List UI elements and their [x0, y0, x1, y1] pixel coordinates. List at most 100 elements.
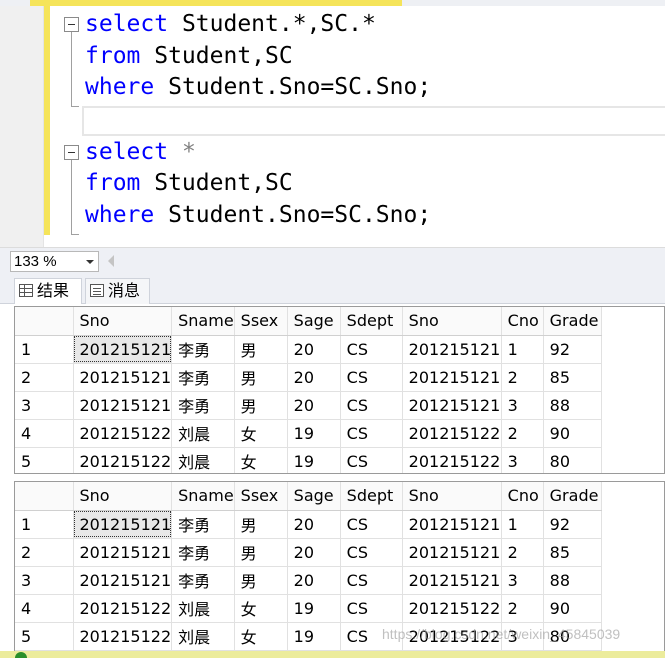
row-number[interactable]: 4 [15, 594, 74, 623]
table-cell[interactable]: 201215121 [73, 538, 173, 567]
table-cell[interactable]: 201215121 [73, 335, 173, 364]
table-cell[interactable]: 3 [501, 391, 544, 420]
table-cell[interactable]: 201215121 [73, 566, 173, 595]
sql-editor[interactable]: select Student.*,SC.* from Student,SC wh… [0, 0, 665, 247]
table-cell[interactable]: 2 [501, 419, 544, 448]
code-line-from[interactable]: from Student,SC [85, 168, 293, 198]
column-header[interactable]: Cno [501, 482, 544, 511]
table-cell[interactable]: 男 [234, 538, 288, 567]
table-cell[interactable]: 李勇 [171, 363, 235, 392]
table-cell[interactable]: 刘晨 [171, 622, 235, 651]
column-header[interactable]: Sage [287, 482, 341, 511]
table-cell[interactable]: 1 [501, 335, 544, 364]
table-cell[interactable]: 李勇 [171, 391, 235, 420]
table-cell[interactable]: 男 [234, 510, 288, 539]
code-line-select[interactable]: select * [85, 137, 196, 167]
table-cell[interactable]: CS [340, 335, 403, 364]
table-cell[interactable]: 90 [543, 419, 602, 448]
table-cell[interactable]: 88 [543, 566, 602, 595]
code-area[interactable]: select Student.*,SC.* from Student,SC wh… [50, 6, 665, 247]
table-row[interactable]: 1 201215121 李勇男 20 CS 201215121 1 92 [15, 510, 662, 539]
column-header[interactable]: Grade [543, 482, 602, 511]
table-cell[interactable]: 92 [543, 510, 602, 539]
table-cell[interactable]: 85 [543, 538, 602, 567]
column-header[interactable]: Sno [73, 307, 173, 336]
table-cell[interactable]: 男 [234, 391, 288, 420]
table-cell[interactable]: 20 [287, 566, 341, 595]
row-number[interactable]: 1 [15, 510, 74, 539]
column-header[interactable]: Sdept [340, 307, 403, 336]
table-cell[interactable]: 201215121 [402, 510, 502, 539]
table-cell[interactable]: 20 [287, 391, 341, 420]
column-header[interactable]: Sdept [340, 482, 403, 511]
table-cell[interactable]: 201215121 [402, 363, 502, 392]
tab-messages[interactable]: 消息 [85, 278, 150, 304]
code-line-where[interactable]: where Student.Sno=SC.Sno; [85, 72, 431, 102]
result-grid-1[interactable]: Sno Sname Ssex Sage Sdept Sno Cno Grade 1 2012151… [14, 306, 665, 474]
table-cell[interactable]: 201215121 [402, 391, 502, 420]
column-header[interactable]: Sname [171, 307, 235, 336]
table-cell[interactable]: 3 [501, 566, 544, 595]
table-row[interactable]: 2 201215121 李勇男 20 CS 201215121 2 85 [15, 363, 662, 392]
table-row[interactable]: 3 201215121 李勇男 20 CS 201215121 3 88 [15, 566, 662, 595]
table-cell[interactable]: 20 [287, 335, 341, 364]
row-number[interactable]: 2 [15, 538, 74, 567]
table-cell[interactable]: 201215122 [402, 594, 502, 623]
table-cell[interactable]: CS [340, 419, 403, 448]
table-cell[interactable]: 201215122 [73, 622, 173, 651]
table-cell[interactable]: 2 [501, 594, 544, 623]
column-header[interactable]: Sno [402, 307, 502, 336]
table-cell[interactable]: CS [340, 566, 403, 595]
table-cell[interactable]: 201215122 [402, 447, 502, 473]
table-cell[interactable]: 19 [287, 594, 341, 623]
table-cell[interactable]: 201215121 [402, 335, 502, 364]
chevron-down-icon[interactable] [86, 260, 94, 264]
code-line-from[interactable]: from Student,SC [85, 41, 293, 71]
table-cell[interactable]: 85 [543, 363, 602, 392]
table-cell[interactable]: 李勇 [171, 566, 235, 595]
table-cell[interactable]: 19 [287, 622, 341, 651]
tab-results[interactable]: 结果 [14, 278, 82, 304]
table-cell[interactable]: 2 [501, 538, 544, 567]
row-number[interactable]: 3 [15, 566, 74, 595]
collapse-icon[interactable] [64, 145, 79, 160]
table-cell[interactable]: 201215121 [73, 510, 173, 539]
table-cell[interactable]: 20 [287, 363, 341, 392]
column-header[interactable]: Ssex [234, 307, 288, 336]
table-cell[interactable]: 2 [501, 363, 544, 392]
table-cell[interactable]: 男 [234, 566, 288, 595]
table-row[interactable]: 4 201215122 刘晨女 19 CS 201215122 2 90 [15, 419, 662, 448]
table-cell[interactable]: 男 [234, 335, 288, 364]
table-cell[interactable]: CS [340, 363, 403, 392]
grid-corner[interactable] [15, 307, 74, 336]
table-cell[interactable]: CS [340, 594, 403, 623]
table-cell[interactable]: 女 [234, 447, 288, 473]
row-number[interactable]: 5 [15, 622, 74, 651]
row-number[interactable]: 4 [15, 419, 74, 448]
table-cell[interactable]: CS [340, 538, 403, 567]
collapse-icon[interactable] [64, 17, 79, 32]
row-number[interactable]: 5 [15, 447, 74, 473]
table-cell[interactable]: 男 [234, 363, 288, 392]
column-header[interactable]: Sname [171, 482, 235, 511]
table-cell[interactable]: 女 [234, 622, 288, 651]
column-header[interactable]: Ssex [234, 482, 288, 511]
table-cell[interactable]: 201215122 [73, 594, 173, 623]
table-cell[interactable]: CS [340, 391, 403, 420]
table-cell[interactable]: 201215122 [73, 419, 173, 448]
zoom-dropdown[interactable]: 133 % [10, 251, 99, 272]
table-cell[interactable]: 19 [287, 447, 341, 473]
table-cell[interactable]: 88 [543, 391, 602, 420]
table-cell[interactable]: 201215122 [402, 419, 502, 448]
scroll-left-arrow-icon[interactable] [108, 255, 114, 267]
table-cell[interactable]: 92 [543, 335, 602, 364]
table-cell[interactable]: CS [340, 447, 403, 473]
table-cell[interactable]: 李勇 [171, 335, 235, 364]
table-row[interactable]: 3 201215121 李勇男 20 CS 201215121 3 88 [15, 391, 662, 420]
table-cell[interactable]: 201215121 [402, 538, 502, 567]
table-cell[interactable]: 李勇 [171, 510, 235, 539]
table-cell[interactable]: 201215121 [73, 391, 173, 420]
table-cell[interactable]: 女 [234, 594, 288, 623]
table-row[interactable]: 4 201215122 刘晨女 19 CS 201215122 2 90 [15, 594, 662, 623]
table-row[interactable]: 5 201215122 刘晨女 19 CS 201215122 3 80 [15, 447, 662, 473]
